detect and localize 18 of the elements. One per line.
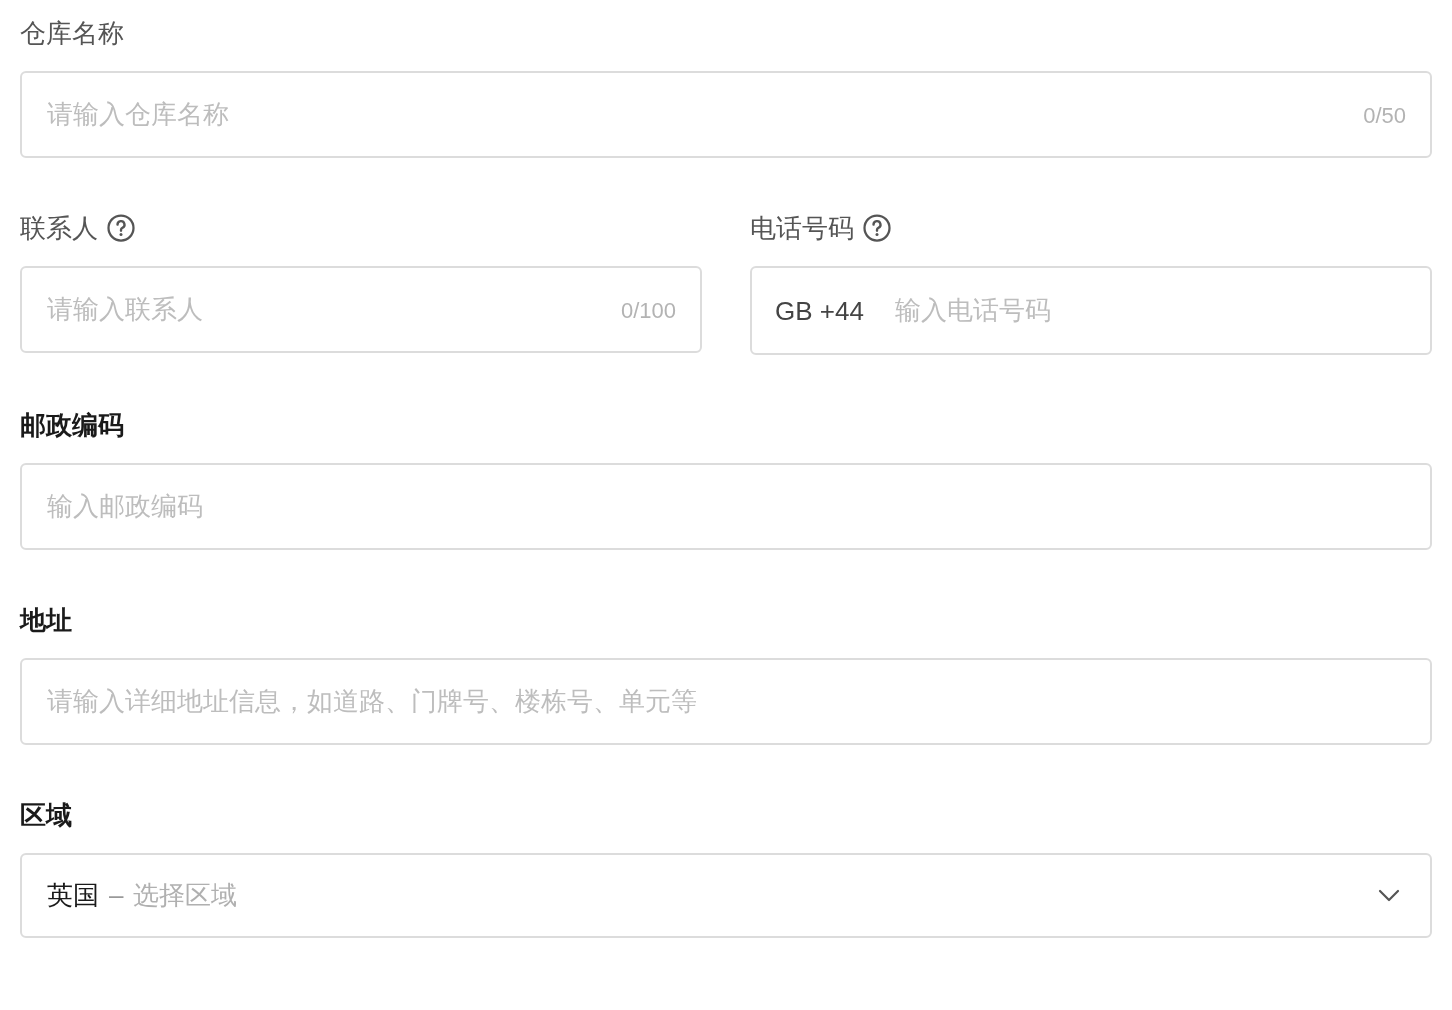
character-counter: 0/100 bbox=[620, 296, 676, 324]
help-icon[interactable] bbox=[862, 213, 892, 243]
chevron-down-icon bbox=[1378, 888, 1400, 903]
field-label: 仓库名称 bbox=[20, 17, 124, 50]
text-input[interactable]: 请输入详细地址信息，如道路、门牌号、楼栋号、单元等 bbox=[20, 658, 1432, 745]
field-label: 地址 bbox=[20, 604, 72, 637]
select-placeholder: 选择区域 bbox=[133, 879, 238, 912]
character-counter: 0/50 bbox=[1363, 101, 1406, 129]
help-icon[interactable] bbox=[106, 213, 136, 243]
field-label: 邮政编码 bbox=[20, 409, 124, 442]
field-label: 区域 bbox=[20, 799, 72, 832]
separator: – bbox=[109, 879, 124, 912]
region-select[interactable]: 英国 – 选择区域 bbox=[20, 853, 1432, 938]
field-label: 联系人 bbox=[20, 212, 98, 245]
field-label: 电话号码 bbox=[750, 212, 854, 245]
selected-value: 英国 bbox=[47, 879, 99, 912]
country-code[interactable]: GB +44 bbox=[775, 291, 864, 330]
text-input[interactable]: 输入邮政编码 bbox=[20, 463, 1432, 550]
